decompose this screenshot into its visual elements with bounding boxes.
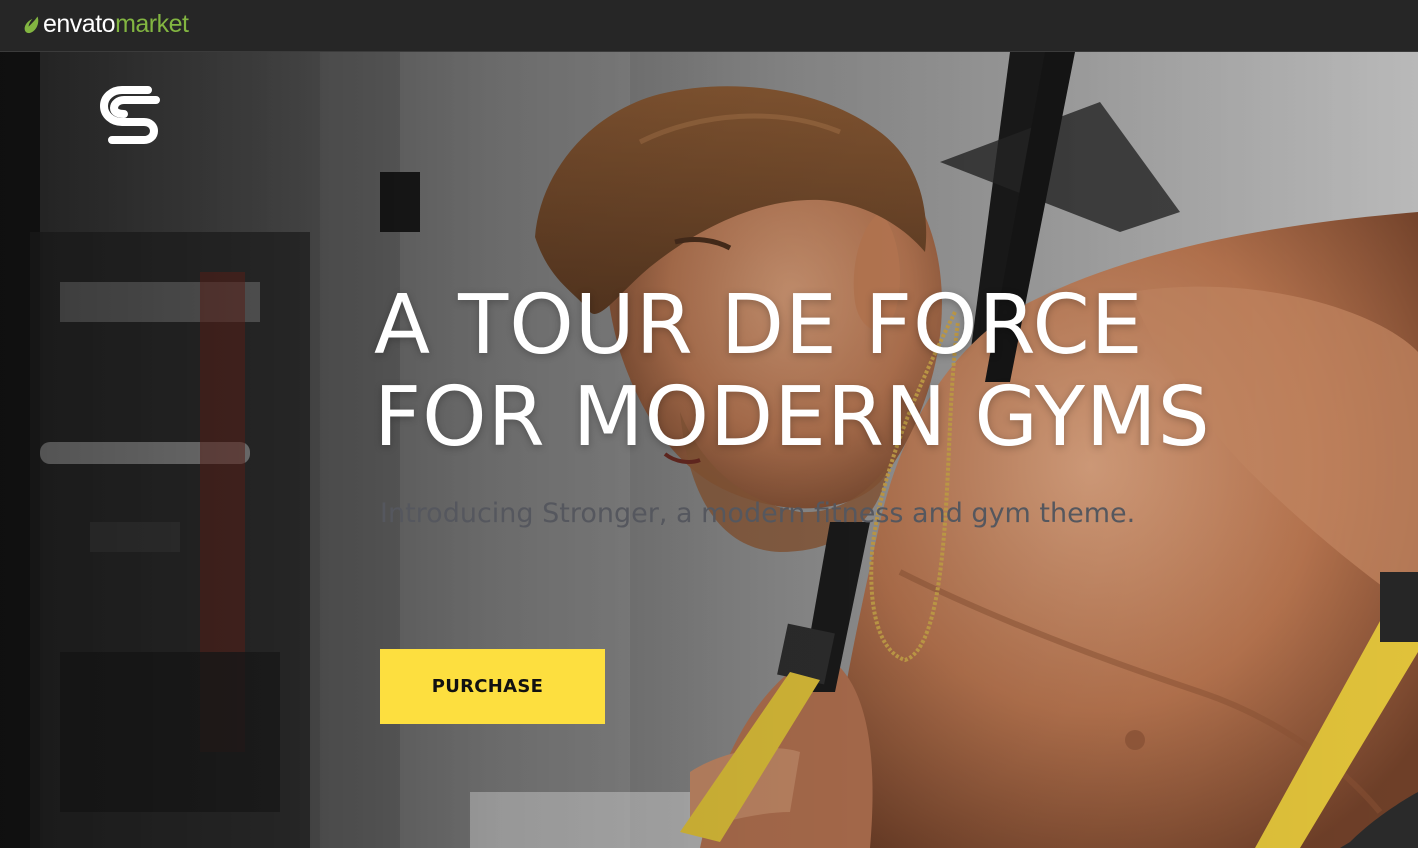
hero-section: A TOUR DE FORCE FOR MODERN GYMS Introduc… (0, 52, 1418, 848)
envato-market-topbar: envato market (0, 0, 1418, 52)
hero-subtitle: Introducing Stronger, a modern fitness a… (380, 498, 1136, 529)
headline-line-1: A TOUR DE FORCE (374, 278, 1144, 373)
stronger-s-logo-icon[interactable] (98, 82, 170, 148)
envato-market-logo[interactable]: envato market (24, 8, 189, 40)
hero-headline: A TOUR DE FORCE FOR MODERN GYMS (374, 280, 1374, 464)
brand-name-envato: envato (43, 9, 116, 38)
envato-leaf-icon (24, 16, 39, 34)
purchase-button[interactable]: PURCHASE (380, 649, 605, 724)
headline-line-2: FOR MODERN GYMS (374, 370, 1211, 465)
brand-name-market: market (115, 9, 189, 38)
